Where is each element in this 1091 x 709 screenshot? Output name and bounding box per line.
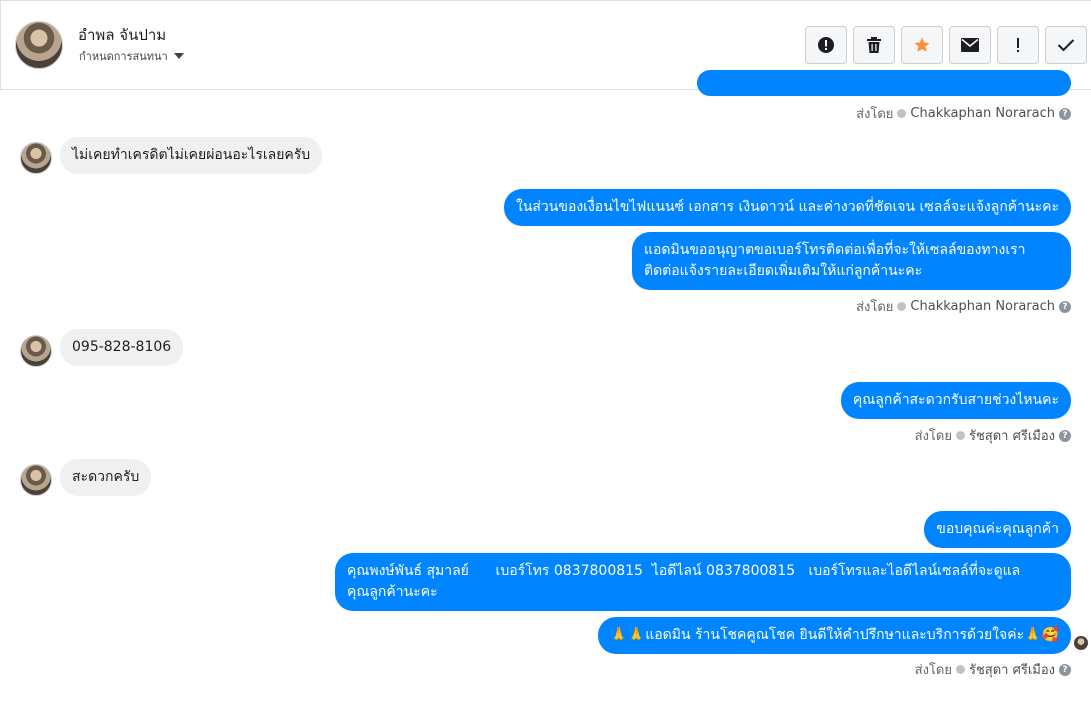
message-bubble-outgoing: แอดมินขออนุญาตขอเบอร์โทรติดต่อเพื่อที่จะ… xyxy=(632,232,1071,290)
message-text-line: ติดต่อแจ้งรายละเอียดเพิ่มเติมให้แก่ลูกค้… xyxy=(644,263,923,279)
sent-by-label: ส่งโดย xyxy=(914,429,952,444)
agent-name[interactable]: Chakkaphan Norarach xyxy=(910,106,1055,121)
message-text-line: คุณพงษ์พันธ์ สุมาลย์ เบอร์โทร 0837800815… xyxy=(347,563,1021,579)
action-toolbar xyxy=(805,26,1087,64)
schedule-label: กำหนดการสนทนา xyxy=(79,50,168,63)
agent-status-icon xyxy=(897,109,907,118)
message-text: 🙏🙏แอดมิน ร้านโชคคูณโชค ยินดีให้คำปรึกษาแ… xyxy=(610,627,1059,643)
message-text: ไม่เคยทำเครดิตไม่เคยผ่อนอะไรเลยครับ xyxy=(72,147,311,163)
schedule-dropdown[interactable]: กำหนดการสนทนา xyxy=(79,47,184,65)
message-text-line: คุณลูกค้านะคะ xyxy=(347,584,438,600)
message-bubble-outgoing: ขอบคุณค่ะคุณลูกค้า xyxy=(924,511,1071,548)
message-text-line: แอดมินขออนุญาตขอเบอร์โทรติดต่อเพื่อที่จะ… xyxy=(644,242,1026,258)
message-bubble-outgoing: ในส่วนของเงื่อนไขไฟแนนซ์ เอกสาร เงินดาวน… xyxy=(503,189,1071,226)
agent-status-icon xyxy=(955,431,965,440)
agent-name[interactable]: รัชสุดา ศรีเมือง xyxy=(969,659,1055,680)
agent-name[interactable]: Chakkaphan Norarach xyxy=(910,299,1055,314)
sent-by-label: ส่งโดย xyxy=(856,300,894,315)
message-bubble-outgoing: 🙏🙏แอดมิน ร้านโชคคูณโชค ยินดีให้คำปรึกษาแ… xyxy=(598,617,1071,654)
spam-button[interactable] xyxy=(997,26,1039,64)
sender-avatar[interactable] xyxy=(20,335,52,367)
message-bubble-outgoing xyxy=(697,70,1071,96)
sender-avatar[interactable] xyxy=(20,142,52,174)
envelope-icon xyxy=(961,38,979,52)
message-text: คุณลูกค้าสะดวกรับสายช่วงไหนคะ xyxy=(852,392,1059,408)
help-icon[interactable]: ? xyxy=(1059,663,1071,676)
message-thread[interactable]: ส่งโดย Chakkaphan Norarach ? ไม่เคยทำเคร… xyxy=(0,70,1091,709)
sent-by-label: ส่งโดย xyxy=(856,107,894,122)
agent-name[interactable]: รัชสุดา ศรีเมือง xyxy=(969,425,1055,446)
sent-by-label: ส่งโดย xyxy=(914,663,952,678)
help-icon[interactable]: ? xyxy=(1059,300,1071,313)
help-icon[interactable]: ? xyxy=(1059,429,1071,442)
mark-unread-button[interactable] xyxy=(949,26,991,64)
mark-done-button[interactable] xyxy=(1045,26,1087,64)
check-icon xyxy=(1057,39,1075,52)
caret-down-icon xyxy=(173,53,184,59)
sent-by-info: ส่งโดย Chakkaphan Norarach ? xyxy=(856,103,1071,124)
message-bubble-outgoing: คุณลูกค้าสะดวกรับสายช่วงไหนคะ xyxy=(840,382,1071,419)
alert-button[interactable] xyxy=(805,26,847,64)
trash-icon xyxy=(867,37,881,53)
delete-button[interactable] xyxy=(853,26,895,64)
message-text: สะดวกครับ xyxy=(72,469,140,485)
message-bubble-incoming: ไม่เคยทำเครดิตไม่เคยผ่อนอะไรเลยครับ xyxy=(60,137,323,174)
seen-indicator-avatar xyxy=(1074,636,1088,650)
sent-by-info: ส่งโดย รัชสุดา ศรีเมือง ? xyxy=(915,425,1071,446)
message-text: 095-828-8106 xyxy=(72,339,172,355)
star-button[interactable] xyxy=(901,26,943,64)
message-bubble-incoming: 095-828-8106 xyxy=(60,329,184,366)
sent-by-info: ส่งโดย รัชสุดา ศรีเมือง ? xyxy=(915,659,1071,680)
sender-avatar[interactable] xyxy=(20,464,52,496)
agent-status-icon xyxy=(897,302,907,311)
sent-by-info: ส่งโดย Chakkaphan Norarach ? xyxy=(856,296,1071,317)
contact-name[interactable]: อำพล จันปาม xyxy=(78,23,166,47)
exclamation-icon xyxy=(1017,38,1019,52)
help-icon[interactable]: ? xyxy=(1059,107,1071,120)
message-text: ขอบคุณค่ะคุณลูกค้า xyxy=(936,521,1059,537)
contact-avatar[interactable] xyxy=(15,21,63,69)
message-text: ในส่วนของเงื่อนไขไฟแนนซ์ เอกสาร เงินดาวน… xyxy=(515,199,1059,215)
alert-icon xyxy=(818,37,834,53)
agent-status-icon xyxy=(955,665,965,674)
message-bubble-outgoing: คุณพงษ์พันธ์ สุมาลย์ เบอร์โทร 0837800815… xyxy=(335,553,1071,611)
message-bubble-incoming: สะดวกครับ xyxy=(60,459,152,496)
star-icon xyxy=(914,37,930,52)
